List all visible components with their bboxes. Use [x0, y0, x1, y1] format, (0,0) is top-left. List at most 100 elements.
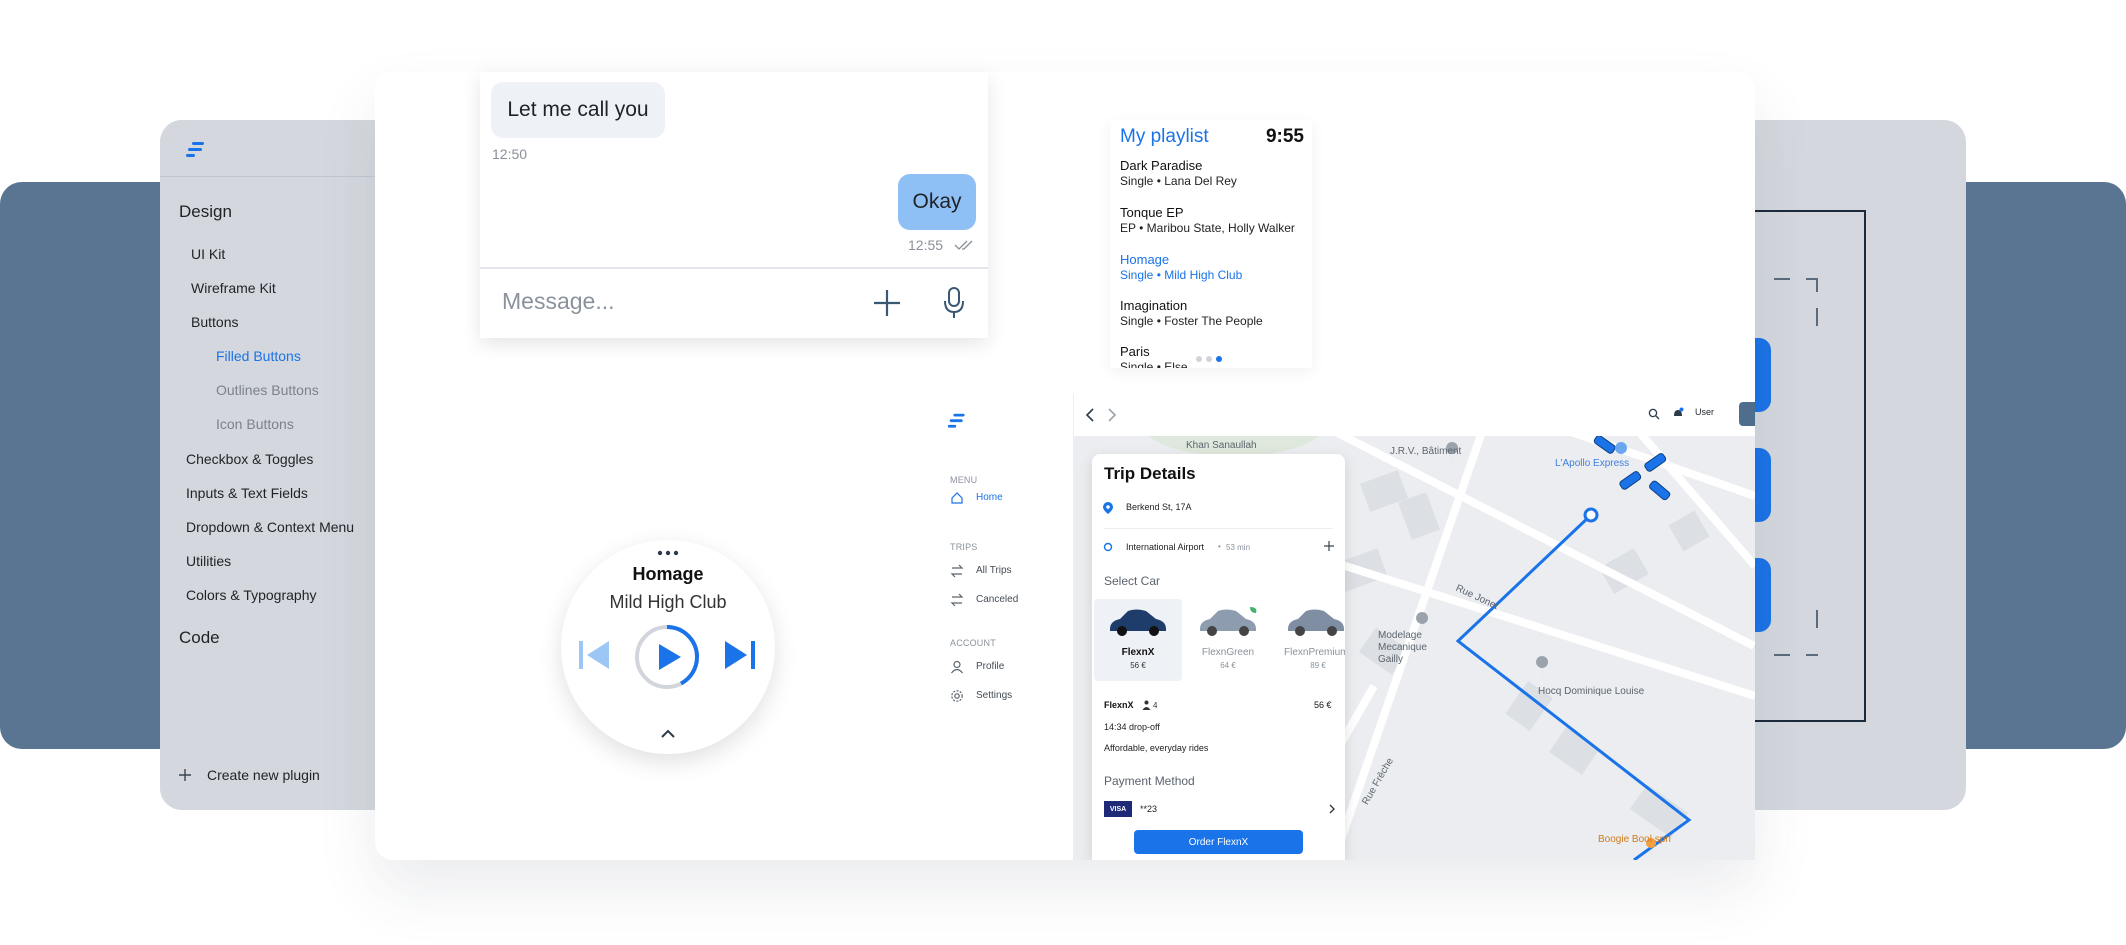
page-dot-active[interactable]	[1216, 356, 1222, 362]
card-number[interactable]: **23	[1140, 804, 1157, 814]
track-meta: Single • Lana Del Rey	[1120, 174, 1237, 188]
microphone-icon[interactable]	[942, 286, 966, 320]
destination-address[interactable]: International Airport	[1126, 542, 1204, 552]
wireframe-dash	[1816, 610, 1818, 628]
track-meta: EP • Maribou State, Holly Walker	[1120, 221, 1295, 235]
track-name[interactable]: Imagination	[1120, 298, 1187, 313]
car-option[interactable]: FlexnGreen 64 €	[1184, 599, 1272, 681]
nav-profile[interactable]: Profile	[976, 661, 1004, 672]
destination-circle-icon	[1103, 542, 1113, 552]
trip-eta: 53 min	[1226, 543, 1251, 552]
track-meta: Single • Else	[1120, 360, 1188, 368]
plugin-sidebar: Design UI Kit Wireframe Kit Buttons Fill…	[160, 120, 375, 810]
pickup-address[interactable]: Berkend St, 17A	[1126, 502, 1192, 512]
track-name[interactable]: Paris	[1120, 344, 1150, 359]
user-icon	[951, 660, 963, 674]
sidebar-item-buttons[interactable]: Buttons	[191, 314, 238, 330]
trip-app-window: MENU Home TRIPS All Trips Canceled ACCOU…	[924, 394, 1755, 860]
chat-widget: Let me call you 12:50 Okay 12:55 Message…	[480, 72, 988, 338]
sidebar-item-filled-buttons[interactable]: Filled Buttons	[216, 348, 301, 364]
round-music-player: Homage Mild High Club	[561, 540, 775, 754]
car-image-icon	[1110, 609, 1166, 636]
nav-settings[interactable]: Settings	[976, 690, 1012, 701]
sidebar-item-wireframe-kit[interactable]: Wireframe Kit	[191, 280, 276, 296]
message-input[interactable]: Message...	[502, 288, 615, 315]
player-track-artist: Mild High Club	[609, 592, 727, 612]
map-label: L'Apollo Express	[1555, 458, 1630, 469]
page-dot[interactable]	[1206, 356, 1212, 362]
map-label: Khan Sanaullah	[1186, 440, 1257, 451]
track-meta: Single • Mild High Club	[1120, 268, 1243, 282]
track-name[interactable]: Dark Paradise	[1120, 158, 1202, 173]
sidebar-item-utilities[interactable]: Utilities	[186, 553, 231, 569]
wireframe-dash	[1774, 278, 1790, 280]
panel-divider	[1104, 528, 1333, 529]
app-logo-icon	[186, 142, 204, 157]
car-name: FlexnPremium	[1284, 647, 1345, 658]
wireframe-dash	[1806, 654, 1818, 656]
play-pause-button[interactable]	[634, 624, 700, 690]
playlist-title: My playlist	[1120, 126, 1209, 147]
menu-section-label: MENU	[950, 475, 978, 485]
selected-car-name: FlexnX	[1104, 700, 1134, 710]
trip-app-sidebar: MENU Home TRIPS All Trips Canceled ACCOU…	[924, 394, 1074, 860]
search-icon[interactable]	[1648, 408, 1660, 420]
sidebar-item-dropdown-context-menu[interactable]: Dropdown & Context Menu	[186, 519, 354, 535]
add-stop-icon[interactable]	[1324, 541, 1334, 551]
selected-car-price: 56 €	[1314, 700, 1332, 710]
nav-home[interactable]: Home	[976, 492, 1003, 503]
map-label: Hocq Dominique Louise	[1538, 686, 1645, 697]
map-label: Boogie Bool sprl	[1598, 834, 1671, 845]
car-image-icon	[1200, 607, 1257, 636]
avatar[interactable]	[1739, 402, 1755, 426]
incoming-message-time: 12:50	[492, 146, 528, 162]
user-menu[interactable]: User	[1695, 407, 1714, 417]
sidebar-section-design[interactable]: Design	[179, 202, 232, 222]
sidebar-item-outlines-buttons[interactable]: Outlines Buttons	[216, 382, 319, 398]
sidebar-divider	[160, 176, 375, 177]
nav-canceled[interactable]: Canceled	[976, 594, 1018, 605]
dropoff-time: 14:34 drop-off	[1104, 722, 1160, 732]
wireframe-dash	[1816, 278, 1818, 292]
pickup-pin-icon	[1103, 502, 1113, 514]
chevron-right-icon[interactable]	[1328, 804, 1336, 814]
trip-app-logo-icon	[947, 413, 965, 428]
seat-count: 4	[1153, 701, 1158, 710]
separator-dot: •	[1218, 542, 1221, 551]
back-arrow-icon[interactable]	[1084, 408, 1096, 422]
outgoing-message-bubble: Okay	[898, 174, 976, 230]
incoming-message-bubble: Let me call you	[491, 82, 665, 138]
page-dot[interactable]	[1196, 356, 1202, 362]
track-meta: Single • Foster The People	[1120, 314, 1263, 328]
car-name: FlexnGreen	[1201, 647, 1255, 658]
car-option[interactable]: FlexnPremium 89 €	[1274, 599, 1345, 681]
create-plugin-button[interactable]: Create new plugin	[207, 767, 320, 783]
map-label: J.R.V., Bâtiment	[1390, 446, 1462, 457]
previous-track-icon[interactable]	[577, 637, 611, 673]
outgoing-message-time: 12:55	[908, 237, 944, 253]
notification-bell-icon[interactable]	[1672, 407, 1684, 420]
plus-icon	[179, 769, 191, 781]
track-name[interactable]: Tonque EP	[1120, 205, 1184, 220]
sidebar-item-checkbox-toggles[interactable]: Checkbox & Toggles	[186, 451, 313, 467]
sidebar-item-inputs-text-fields[interactable]: Inputs & Text Fields	[186, 485, 308, 501]
seats-person-icon	[1142, 700, 1151, 710]
car-description: Affordable, everyday rides	[1104, 743, 1209, 753]
add-attachment-icon[interactable]	[872, 288, 902, 318]
sidebar-item-icon-buttons[interactable]: Icon Buttons	[216, 416, 294, 432]
sidebar-item-ui-kit[interactable]: UI Kit	[191, 246, 225, 262]
settings-gear-icon	[951, 690, 963, 702]
next-track-icon[interactable]	[723, 637, 757, 673]
chevron-up-icon[interactable]	[659, 728, 677, 740]
sidebar-section-code[interactable]: Code	[179, 628, 220, 648]
forward-arrow-icon[interactable]	[1106, 408, 1118, 422]
nav-all-trips[interactable]: All Trips	[976, 565, 1012, 576]
track-name[interactable]: Homage	[1120, 252, 1169, 267]
order-button[interactable]: Order FlexnX	[1134, 830, 1303, 854]
car-image-icon	[1288, 609, 1344, 636]
more-options-icon[interactable]	[656, 550, 680, 556]
car-option-selected[interactable]: FlexnX 56 €	[1094, 599, 1182, 681]
payment-method-label: Payment Method	[1104, 774, 1195, 788]
sidebar-item-colors-typography[interactable]: Colors & Typography	[186, 587, 316, 603]
trip-details-panel: Trip Details Berkend St, 17A Internation…	[1092, 454, 1345, 860]
